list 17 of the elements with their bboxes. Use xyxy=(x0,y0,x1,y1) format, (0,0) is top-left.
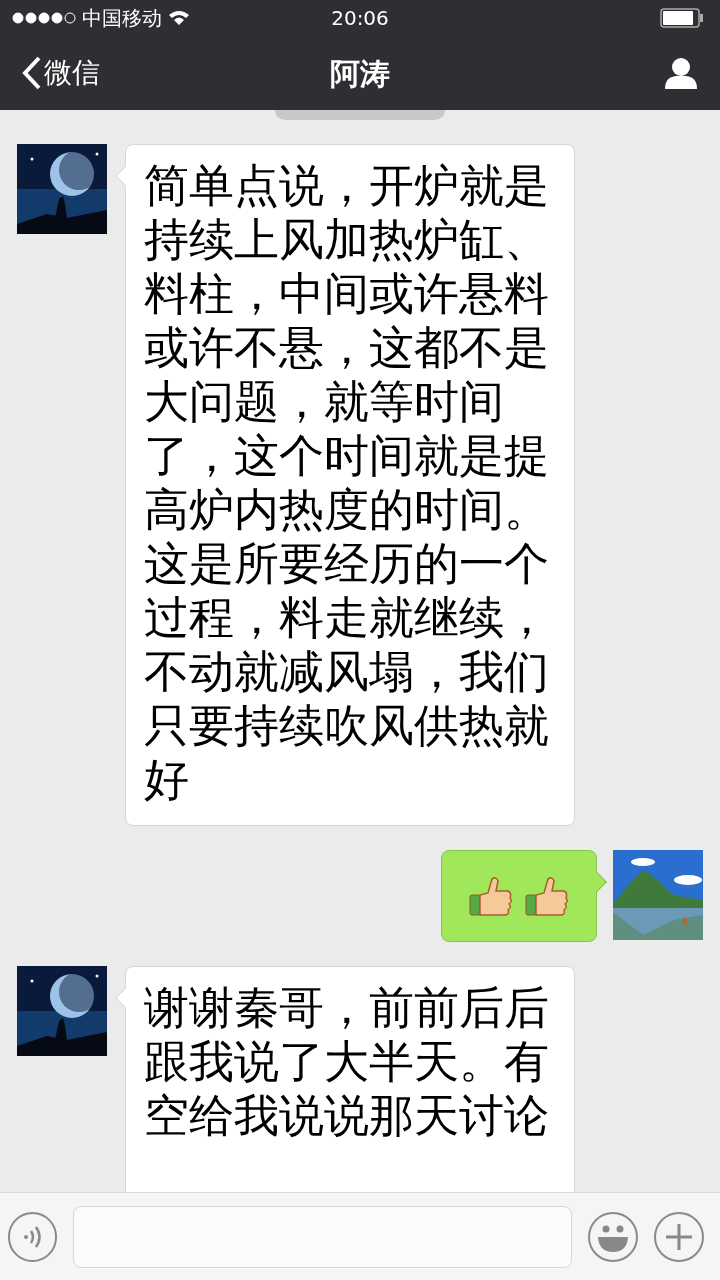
carrier-name: 中国移动 xyxy=(82,5,162,32)
add-button[interactable] xyxy=(654,1211,704,1262)
voice-button[interactable] xyxy=(8,1211,58,1262)
emoji-button[interactable] xyxy=(588,1211,638,1262)
plus-icon xyxy=(664,1221,694,1252)
battery-icon xyxy=(660,8,704,28)
message-input[interactable] xyxy=(73,1205,572,1268)
wifi-icon xyxy=(168,10,190,26)
message-text: 谢谢秦哥，前前后后跟我说了大半天。有空给我说说那天讨论 xyxy=(144,981,550,1143)
message-text: 简单点说，开炉就是持续上风加热炉缸、料柱，中间或许悬料或许不悬，这都不是大问题，就等时间了，这个时间就是提高炉内热度的时间。这是所要经历的一个过程，料走就继续，不动就减风塌，我们只要持续吹风供热就好 xyxy=(144,159,550,807)
back-icon xyxy=(22,56,42,90)
chat-title: 阿涛 xyxy=(330,54,390,93)
signal-icon xyxy=(12,12,76,24)
contact-button[interactable] xyxy=(664,57,698,89)
status-time: 20:06 xyxy=(331,5,389,32)
person-icon xyxy=(664,57,698,89)
back-button[interactable]: 微信 xyxy=(22,52,100,94)
